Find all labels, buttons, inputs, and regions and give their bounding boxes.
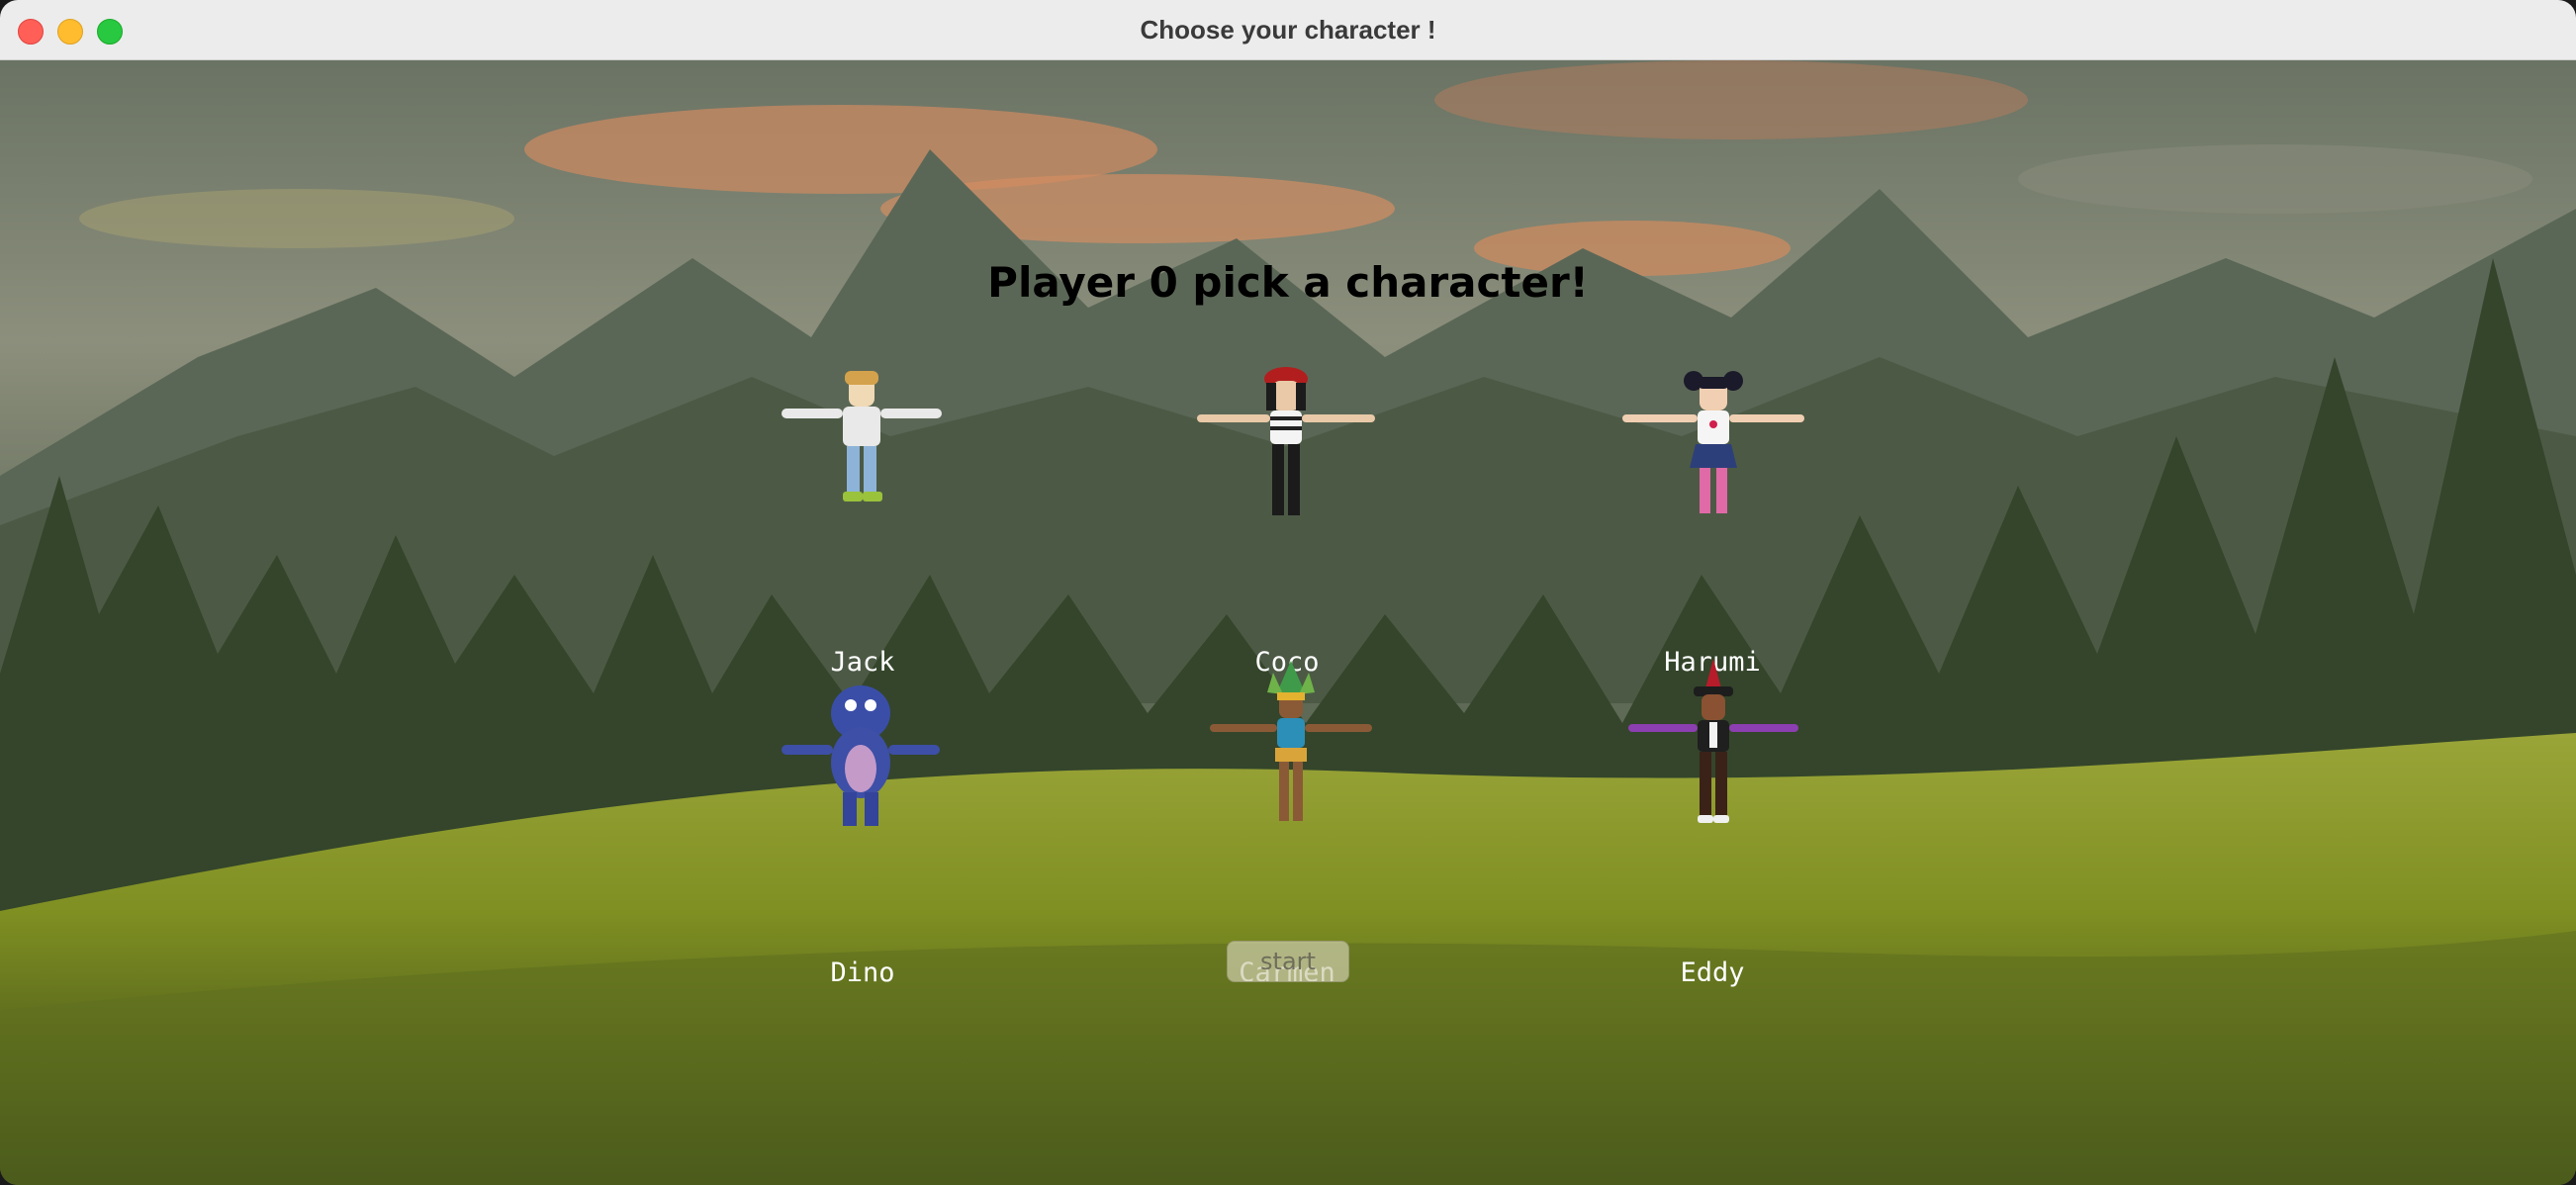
title-bar[interactable]: Choose your character ! (0, 0, 2576, 60)
carmen-character-icon (1210, 661, 1372, 821)
character-carmen[interactable] (1192, 659, 1390, 857)
character-eddy[interactable] (1614, 659, 1812, 857)
character-coco[interactable] (1187, 357, 1385, 555)
character-dino[interactable] (762, 666, 960, 864)
window-title: Choose your character ! (1140, 15, 1436, 45)
character-jack[interactable] (762, 357, 960, 555)
jack-character-icon (782, 371, 942, 501)
coco-character-icon (1197, 367, 1375, 515)
app-window: Choose your character ! Player 0 pick a … (0, 0, 2576, 1185)
character-select-scene: Player 0 pick a character! Jack Coco Har… (0, 60, 2576, 1185)
start-button[interactable]: start (1227, 941, 1349, 982)
pick-character-heading: Player 0 pick a character! (987, 258, 1589, 307)
harumi-character-icon (1622, 371, 1804, 513)
character-harumi[interactable] (1614, 357, 1812, 555)
dino-character-icon (782, 685, 940, 826)
landscape-background (0, 60, 2576, 1185)
character-name-dino: Dino (830, 957, 895, 988)
character-name-eddy: Eddy (1680, 957, 1745, 988)
eddy-character-icon (1628, 659, 1798, 823)
